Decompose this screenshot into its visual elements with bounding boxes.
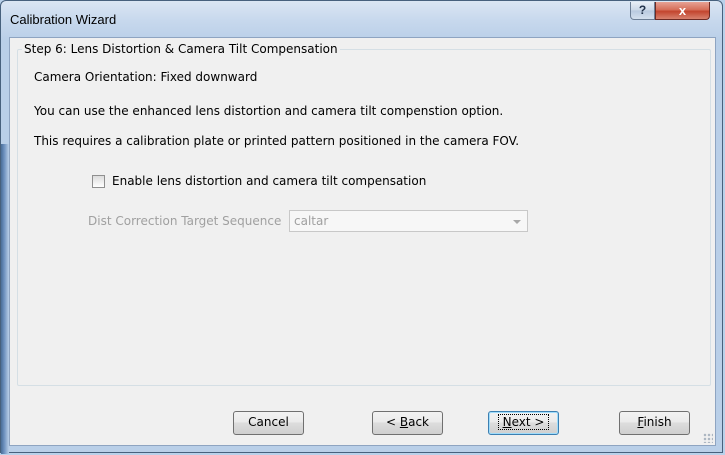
back-button[interactable]: < Back (372, 411, 443, 435)
cancel-button[interactable]: Cancel (233, 411, 304, 435)
finish-label-rest: inish (643, 415, 672, 429)
description-line-1: You can use the enhanced lens distortion… (34, 104, 504, 118)
cancel-button-label: Cancel (248, 415, 289, 429)
finish-button[interactable]: Finish (619, 411, 690, 435)
enable-compensation-checkbox[interactable] (92, 175, 105, 188)
back-arrow-text: < (385, 415, 400, 429)
sequence-value: caltar (294, 214, 329, 228)
back-label-rest: ack (408, 415, 429, 429)
enable-compensation-label[interactable]: Enable lens distortion and camera tilt c… (112, 174, 426, 188)
next-mnemonic: N (502, 415, 512, 429)
window-title: Calibration Wizard (10, 12, 117, 27)
step-title: Step 6: Lens Distortion & Camera Tilt Co… (22, 42, 340, 56)
camera-orientation-text: Camera Orientation: Fixed downward (34, 70, 258, 84)
dialog-client-area: Step 6: Lens Distortion & Camera Tilt Co… (9, 37, 716, 446)
next-button-label: Next > (497, 414, 550, 430)
close-icon: x (678, 3, 687, 18)
back-mnemonic: B (399, 415, 409, 429)
window-frame-edge (1, 144, 9, 454)
finish-button-label: Finish (637, 412, 671, 433)
help-icon: ? (638, 3, 647, 17)
sequence-dropdown[interactable]: caltar (289, 210, 528, 232)
calibration-wizard-window: Calibration Wizard ? x Step 6: Lens Dist… (0, 0, 724, 454)
next-button[interactable]: Next > (488, 411, 559, 435)
description-line-2: This requires a calibration plate or pri… (34, 134, 520, 148)
next-label-rest: ext > (511, 415, 545, 429)
close-button[interactable]: x (655, 2, 710, 20)
resize-grip-icon[interactable] (703, 433, 713, 443)
back-button-label: < Back (386, 412, 429, 433)
chevron-down-icon[interactable] (513, 220, 521, 224)
title-bar[interactable]: Calibration Wizard ? x (1, 1, 724, 37)
sequence-label: Dist Correction Target Sequence (88, 214, 282, 228)
help-button[interactable]: ? (630, 2, 655, 20)
